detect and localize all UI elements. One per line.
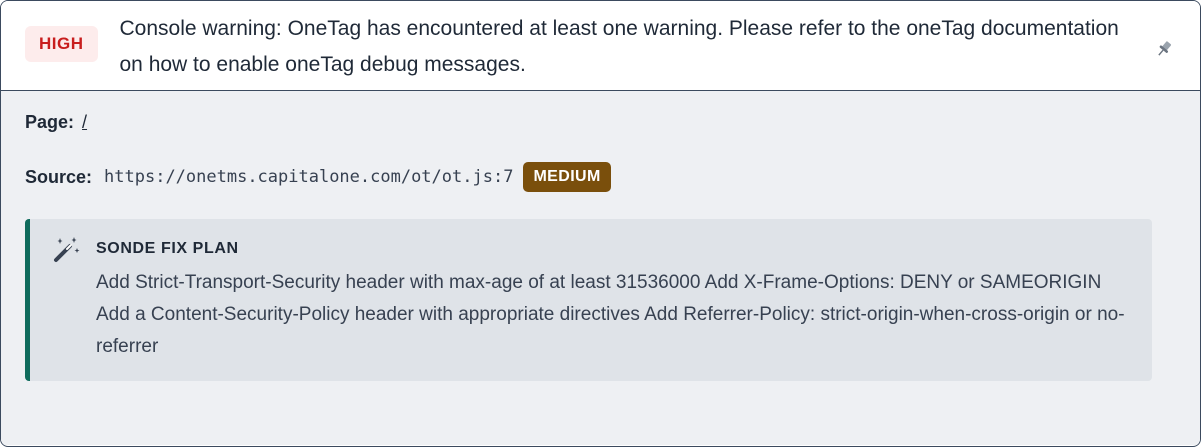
issue-header[interactable]: HIGH Console warning: OneTag has encount… — [1, 1, 1200, 91]
source-severity-badge: MEDIUM — [523, 162, 611, 192]
issue-title: Console warning: OneTag has encountered … — [119, 16, 1119, 76]
pin-icon[interactable] — [1152, 37, 1176, 61]
page-link[interactable]: / — [82, 112, 87, 133]
fix-plan-text: Add Strict-Transport-Security header wit… — [96, 272, 1125, 357]
fix-plan-header: SONDE FIX PLAN — [52, 235, 1132, 263]
severity-badge: HIGH — [25, 25, 98, 62]
magic-wand-icon — [52, 235, 82, 263]
issue-card: HIGH Console warning: OneTag has encount… — [0, 0, 1201, 447]
issue-details: Page: / Source: https://onetms.capitalon… — [1, 91, 1200, 445]
source-row: Source: https://onetms.capitalone.com/ot… — [25, 159, 1176, 195]
source-url: https://onetms.capitalone.com/ot/ot.js:7 — [104, 167, 514, 187]
source-label: Source: — [25, 166, 93, 187]
page-label: Page: — [25, 111, 75, 132]
fix-plan-panel: SONDE FIX PLAN Add Strict-Transport-Secu… — [25, 219, 1152, 381]
fix-plan-title: SONDE FIX PLAN — [96, 240, 239, 257]
page-row: Page: / — [25, 109, 1176, 135]
